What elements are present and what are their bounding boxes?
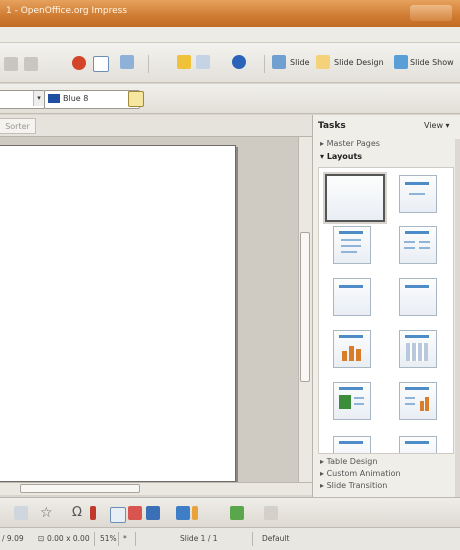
points-icon[interactable]: Ω [72,506,86,520]
layout-title-chart[interactable] [333,330,371,368]
slide-canvas[interactable] [0,145,236,482]
stars-icon[interactable]: ☆ [40,506,54,520]
line-color-value: Blue 8 [63,94,89,103]
title-bar: 1 - OpenOffice.org Impress [0,0,460,27]
status-bar: / 9.09 ⊡ 0.00 x 0.00 51% * Slide 1 / 1 D… [0,527,460,550]
layout-title-clipart-text[interactable] [333,382,371,420]
layout-blank[interactable] [325,174,385,222]
status-slide: Slide 1 / 1 [180,534,218,543]
fontwork-icon[interactable] [110,507,126,523]
redo-icon[interactable] [24,57,38,71]
tasks-view-label: View [424,121,443,130]
status-zoom[interactable]: 51% [100,534,117,543]
section-master-pages-label: Master Pages [326,139,380,148]
layout-partial-2[interactable] [399,436,437,453]
tasks-title: Tasks [318,121,346,131]
section-slide-transition[interactable]: ▸ Slide Transition [320,481,387,490]
from-file-icon[interactable] [128,506,142,520]
status-size-icon: ⊡ [38,534,45,543]
panel-scrollbar[interactable] [455,139,460,497]
insert-chart-icon[interactable] [72,56,86,70]
section-custom-animation[interactable]: ▸ Custom Animation [320,469,401,478]
slide-design-button[interactable]: Slide Design [334,58,384,67]
chevron-down-icon: ▾ [445,121,450,130]
navigator-icon[interactable] [196,55,210,69]
section-layouts-label: Layouts [326,152,363,161]
window-controls[interactable] [410,5,452,21]
shadow-icon[interactable] [264,506,278,520]
slide-design-icon[interactable] [316,55,330,69]
layouts-grid [318,167,454,454]
glue-points-icon[interactable] [90,506,96,520]
tasks-view-menu[interactable]: View ▾ [424,121,450,130]
status-layout: Default [262,534,290,543]
section-table-design-label: Table Design [326,457,378,466]
block-arrows-icon[interactable] [14,506,28,520]
layout-title-content[interactable] [333,226,371,264]
status-position: / 9.09 [2,534,24,543]
line-style-combo[interactable]: ▾ [0,90,45,109]
insert-table-icon[interactable] [93,56,109,72]
window-title: 1 - OpenOffice.org Impress [6,6,128,16]
insert-picture-icon[interactable] [120,55,134,69]
line-filling-toolbar: ▾ Blue 8 ▾ [0,84,460,114]
slide-icon[interactable] [272,55,286,69]
extrusion-icon[interactable] [176,506,190,520]
color-swatch [48,94,60,103]
gallery-icon[interactable] [146,506,160,520]
layout-two-columns[interactable] [399,226,437,264]
combo-arrow-icon: ▾ [33,91,44,106]
help-icon[interactable] [232,55,246,69]
line-color-combo[interactable]: Blue 8 ▾ [44,90,140,109]
view-tabs: Sorter [0,115,312,137]
status-size: 0.00 x 0.00 [47,534,90,543]
arrange-icon[interactable] [230,506,244,520]
slide-show-icon[interactable] [394,55,408,69]
vertical-scroll-thumb[interactable] [300,232,310,382]
align-icon[interactable] [192,506,198,520]
menu-bar [0,27,460,43]
drawing-toolbar: ☆ Ω [0,497,460,527]
layout-title-table[interactable] [399,330,437,368]
standard-toolbar: Slide Slide Design Slide Show [0,43,460,83]
status-modified: * [123,534,127,543]
horizontal-scroll-thumb[interactable] [20,484,140,493]
section-layouts[interactable]: ▾ Layouts [320,152,362,161]
layout-title-text-chart[interactable] [399,382,437,420]
section-custom-animation-label: Custom Animation [326,469,401,478]
section-slide-transition-label: Slide Transition [326,481,388,490]
undo-icon[interactable] [4,57,18,71]
slide-show-button[interactable]: Slide Show [410,58,454,67]
section-master-pages[interactable]: ▸ Master Pages [320,139,380,148]
layout-centered-text[interactable] [399,278,437,316]
show-draw-functions-icon[interactable] [177,55,191,69]
layout-title-only[interactable] [333,278,371,316]
layout-title-slide[interactable] [399,175,437,213]
tab-slide-sorter[interactable]: Sorter [0,118,36,134]
area-style-icon[interactable] [128,91,144,107]
layout-partial-1[interactable] [333,436,371,453]
slide-button[interactable]: Slide [290,58,310,67]
section-table-design[interactable]: ▸ Table Design [320,457,377,466]
